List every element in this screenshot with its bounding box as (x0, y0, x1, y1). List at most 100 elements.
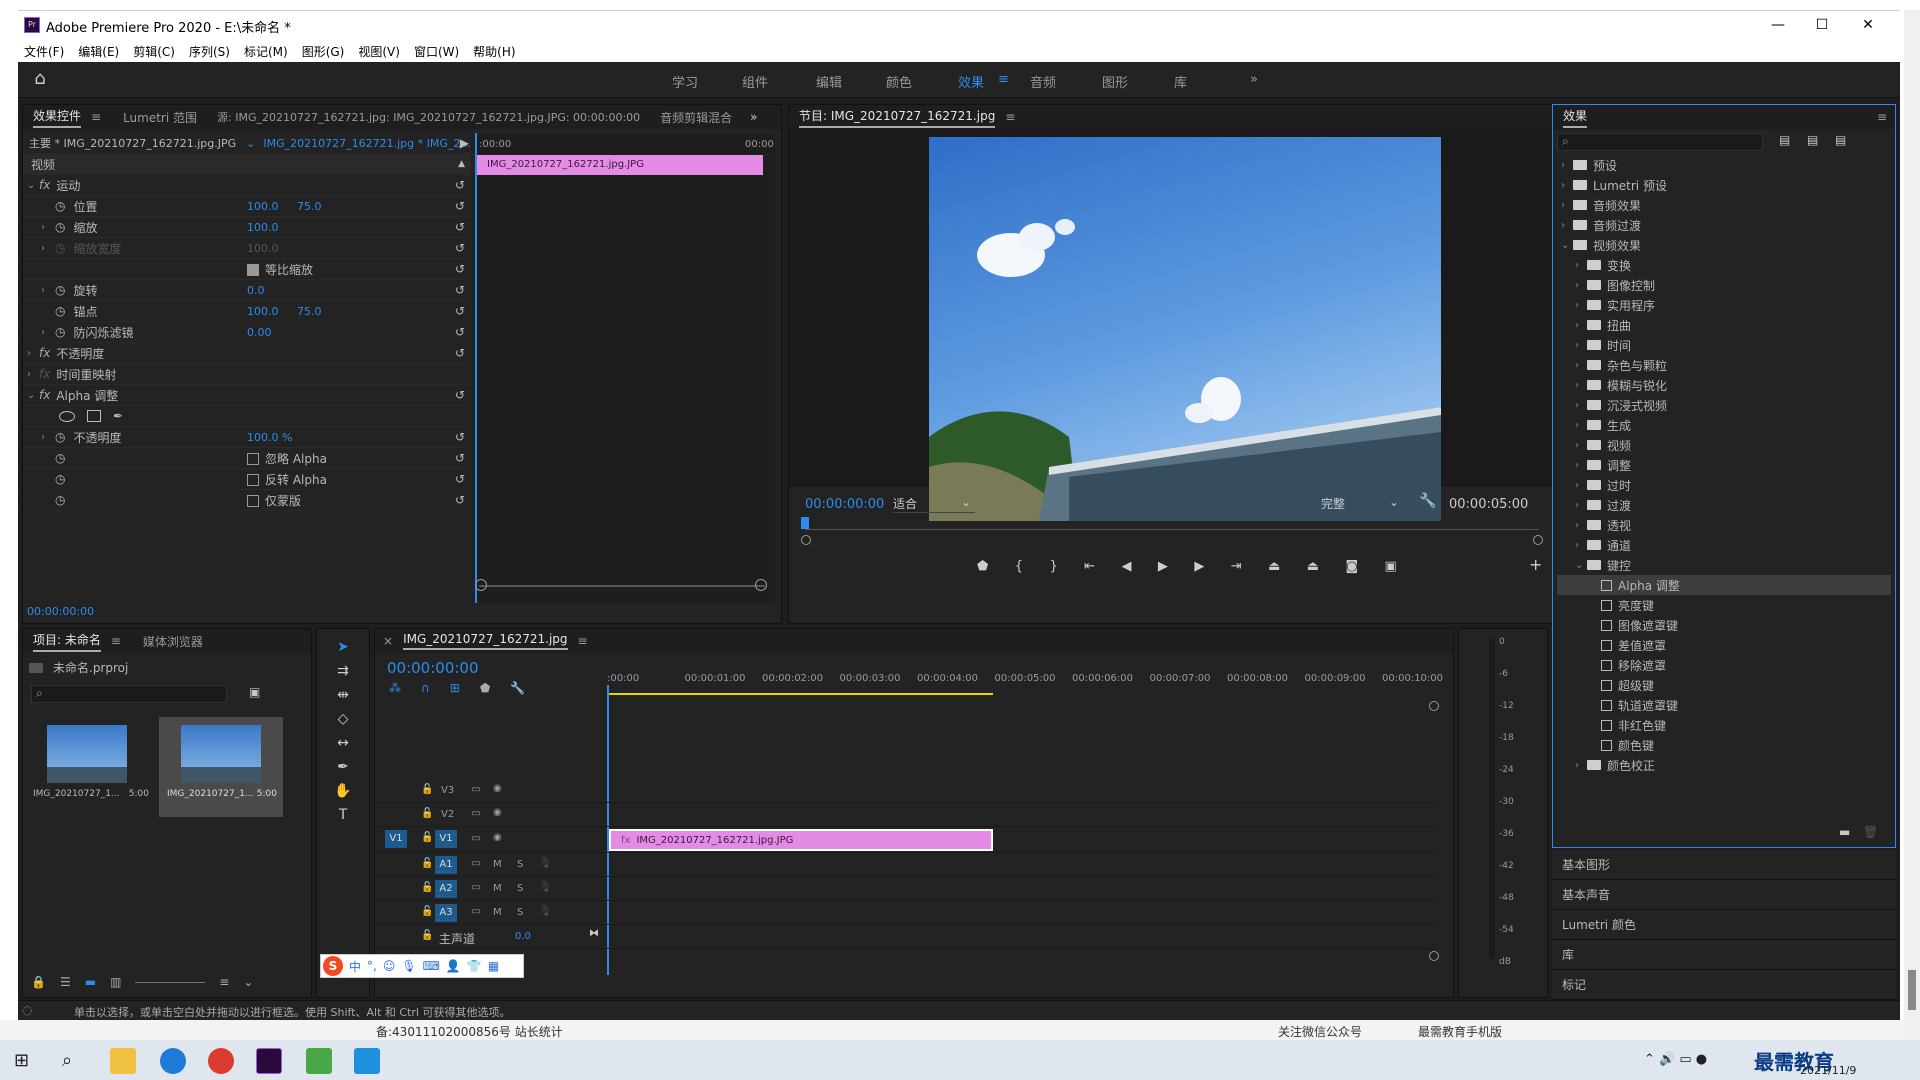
lock-icon[interactable]: 🔓 (421, 906, 433, 917)
mark-in-icon[interactable]: { (1015, 559, 1023, 574)
menu-file[interactable]: 文件(F) (24, 43, 64, 60)
mask-only-checkbox[interactable] (247, 493, 263, 507)
panel-menu-icon[interactable]: ≡ (578, 634, 588, 648)
time-ruler[interactable]: :00:00 00:00:01:00 00:00:02:00 00:00:03:00 0… (607, 669, 1466, 689)
stopwatch-icon[interactable]: ◷ (55, 493, 65, 507)
sync-lock-icon[interactable]: ▭ (471, 833, 480, 844)
close-icon[interactable]: ✕ (1846, 13, 1890, 37)
skin-icon[interactable]: 👕 (467, 959, 482, 973)
menu-window[interactable]: 窗口(W) (414, 43, 459, 60)
effects-tree-item[interactable]: › 扭曲 (1557, 315, 1891, 335)
hand-tool-icon[interactable]: ✋ (334, 783, 351, 799)
zoom-slider[interactable] (135, 981, 206, 983)
effects-tree-item[interactable]: › 杂色与颗粒 (1557, 355, 1891, 375)
menu-clip[interactable]: 剪辑(C) (133, 43, 175, 60)
fit-dropdown[interactable]: 适合 ⌄ (893, 495, 975, 513)
master-clip-label[interactable]: 主要 * IMG_20210727_162721.jpg.JPG (29, 135, 236, 151)
workspace-menu-icon[interactable]: ≡ (998, 72, 1009, 87)
position-x-value[interactable]: 100.0 (247, 200, 279, 213)
section-libraries[interactable]: 库 (1552, 940, 1896, 970)
lift-icon[interactable]: ⏏ (1268, 559, 1280, 574)
fx-icon[interactable]: fx (39, 346, 50, 360)
panel-menu-icon[interactable]: ≡ (1877, 110, 1887, 124)
zoom-handle-top[interactable] (1429, 701, 1439, 711)
go-to-in-icon[interactable]: ⇤ (1084, 559, 1095, 574)
chevron-down-icon[interactable]: ⌄ (1561, 240, 1573, 251)
stopwatch-icon[interactable]: ◷ (55, 472, 65, 486)
effects-tree-item[interactable]: ⌄ 键控 (1557, 555, 1891, 575)
32bit-effects-icon[interactable]: ▤ (1807, 133, 1818, 147)
solo-button[interactable]: S (517, 883, 523, 894)
chevron-right-icon[interactable]: › (1575, 280, 1587, 291)
fx-icon[interactable]: fx (39, 178, 50, 192)
section-essential-graphics[interactable]: 基本图形 (1552, 850, 1896, 880)
menu-view[interactable]: 视图(V) (358, 43, 400, 60)
more-workspaces-icon[interactable]: » (1250, 72, 1258, 87)
microphone-icon[interactable]: 🎙 (539, 882, 552, 893)
rotation-value[interactable]: 0.0 (247, 284, 265, 297)
ime-chinese-mode[interactable]: 中 (349, 958, 361, 975)
alpha-opacity-value[interactable]: 100.0 % (247, 431, 292, 444)
panel-menu-icon[interactable]: ≡ (1005, 110, 1015, 124)
chevron-right-icon[interactable]: › (1561, 200, 1573, 211)
sync-lock-icon[interactable]: ▭ (471, 858, 480, 869)
effects-tree-item[interactable]: 图像遮罩键 (1557, 615, 1891, 635)
effects-tree-item[interactable]: › 模糊与锐化 (1557, 375, 1891, 395)
menu-sequence[interactable]: 序列(S) (189, 43, 230, 60)
chevron-right-icon[interactable]: › (27, 348, 39, 359)
mobile-link[interactable]: 最需教育手机版 (1418, 1023, 1502, 1040)
premiere-taskbar-icon[interactable] (256, 1048, 282, 1074)
fx-icon[interactable]: fx (39, 388, 50, 402)
section-lumetri-color[interactable]: Lumetri 颜色 (1552, 910, 1896, 940)
track-label[interactable]: V1 (435, 830, 457, 848)
effects-tree-item[interactable]: › 调整 (1557, 455, 1891, 475)
effects-tree-item[interactable]: › 音频效果 (1557, 195, 1891, 215)
effects-tree-item[interactable]: › 透视 (1557, 515, 1891, 535)
eye-icon[interactable]: ◉ (493, 807, 502, 818)
chevron-right-icon[interactable]: › (1561, 160, 1573, 171)
ripple-edit-tool-icon[interactable]: ⇹ (337, 687, 349, 703)
reset-icon[interactable]: ↺ (455, 346, 465, 360)
new-bin-search-icon[interactable]: ▣ (249, 685, 260, 699)
workspace-assembly[interactable]: 组件 (742, 72, 768, 91)
wechat-link[interactable]: 关注微信公众号 (1278, 1023, 1362, 1040)
edge-icon[interactable] (160, 1048, 186, 1074)
emoji-icon[interactable]: ☺ (383, 959, 396, 973)
ellipse-mask-icon[interactable] (59, 410, 75, 422)
chevron-down-icon[interactable]: ⌄ (246, 137, 255, 150)
panel-menu-icon[interactable]: ≡ (111, 634, 121, 648)
chevron-right-icon[interactable]: › (41, 432, 53, 443)
pen-mask-icon[interactable]: ✒ (113, 409, 123, 423)
timeline-clip[interactable]: fx IMG_20210727_162721.jpg.JPG (609, 829, 993, 851)
workspace-effects[interactable]: 效果 (958, 72, 984, 91)
chevron-right-icon[interactable]: › (1575, 440, 1587, 451)
menu-marker[interactable]: 标记(M) (244, 43, 288, 60)
razor-tool-icon[interactable]: ◇ (338, 711, 349, 727)
add-button-icon[interactable]: + (1529, 555, 1542, 574)
chevron-down-icon[interactable]: ⌄ (27, 180, 39, 191)
accelerated-effects-icon[interactable]: ▤ (1779, 133, 1790, 147)
section-markers[interactable]: 标记 (1552, 970, 1896, 1000)
track-select-tool-icon[interactable]: ⇉ (337, 663, 349, 679)
sync-lock-icon[interactable]: ▭ (471, 882, 480, 893)
chevron-right-icon[interactable]: › (27, 369, 39, 380)
add-marker-icon[interactable]: ⬟ (480, 681, 490, 695)
reset-icon[interactable]: ↺ (455, 472, 465, 486)
reset-icon[interactable]: ↺ (455, 178, 465, 192)
add-marker-icon[interactable]: ⬟ (977, 559, 988, 574)
track-label[interactable]: A2 (435, 880, 457, 898)
linked-selection-icon[interactable]: ⊞ (450, 681, 460, 695)
mark-out-icon[interactable]: } (1049, 559, 1057, 574)
section-essential-sound[interactable]: 基本声音 (1552, 880, 1896, 910)
effects-tree-item[interactable]: Alpha 调整 (1557, 575, 1891, 595)
effect-time-remap-row[interactable]: › fx 时间重映射 (23, 364, 471, 385)
tab-audio-clip-mixer[interactable]: 音频剪辑混合 (660, 109, 732, 126)
invert-alpha-checkbox[interactable] (247, 472, 263, 486)
effects-tree-item[interactable]: › 颜色校正 (1557, 755, 1891, 775)
solo-button[interactable]: S (517, 907, 523, 918)
menu-edit[interactable]: 编辑(E) (78, 43, 119, 60)
sync-lock-icon[interactable]: ▭ (471, 808, 480, 819)
maximize-icon[interactable]: ☐ (1800, 13, 1844, 37)
zoom-handle-right[interactable] (755, 579, 767, 591)
chevron-down-icon[interactable]: ⌄ (27, 390, 39, 401)
